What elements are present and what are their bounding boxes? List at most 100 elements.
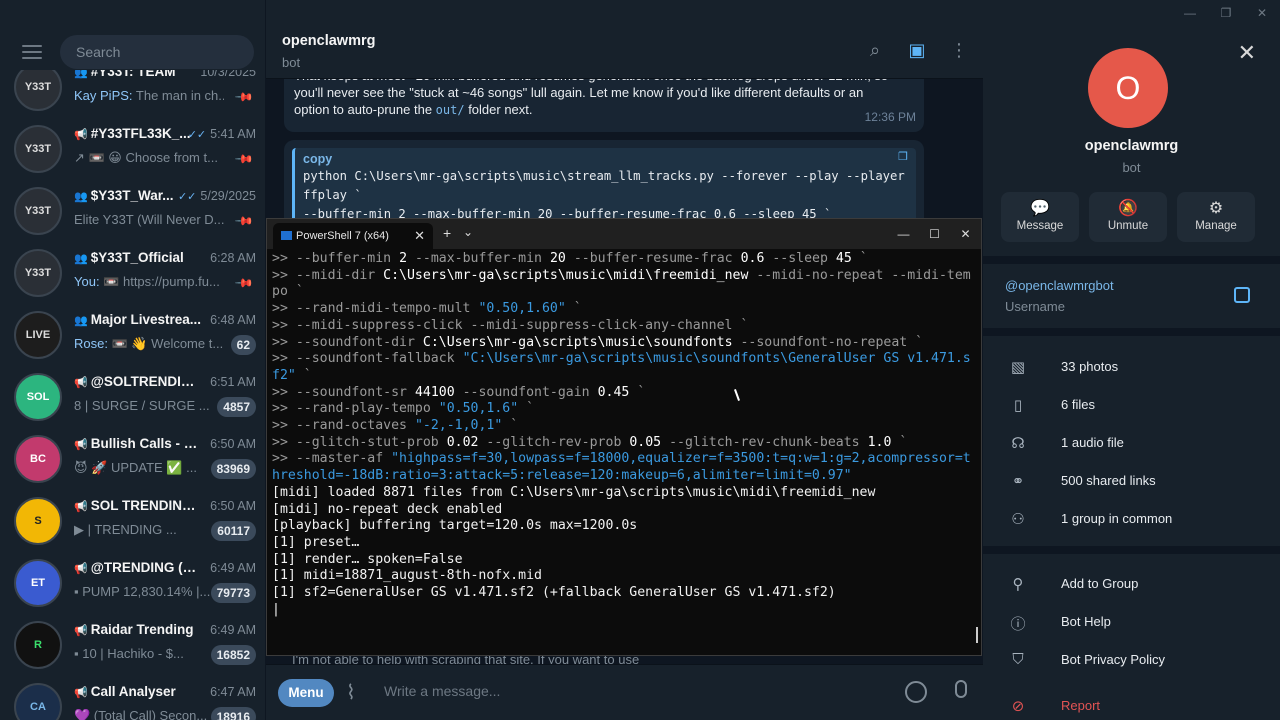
media-groups[interactable]: ⚇ 1 group in common [983,500,1280,538]
tab-dropdown-icon[interactable]: ⌄ [463,225,473,239]
new-tab-button[interactable]: + [443,225,451,241]
sidebar-toggle-icon[interactable]: ▣ [907,40,927,61]
chat-list-item[interactable]: Y33T 👥 $Y33T_War... ✓✓ 5/29/2025 Elite Y33T (… [0,180,265,242]
tab-close-icon[interactable]: ✕ [414,228,425,244]
chat-list-item[interactable]: CA 📢 Call Analyser 6:47 AM 💜 (Total Call) Se… [0,676,265,720]
chat-name: 📢 @SOLTRENDING... [74,374,202,389]
media-label: 33 photos [1061,359,1119,374]
avatar: O [1088,48,1168,128]
divider [983,256,1280,264]
unread-badge: 60117 [211,521,256,541]
divider [983,328,1280,336]
chat-list-item[interactable]: ET 📢 @TRENDING (ET... 6:49 AM ▪ PUMP 12,830.… [0,552,265,614]
message-input[interactable]: Write a message... [384,683,500,699]
chat-name: 👥 $Y33T_Official [74,250,184,265]
headphones-icon: ☊ [1011,435,1025,452]
username-link[interactable]: @openclawmrgbot [1005,278,1114,293]
minimize-button[interactable]: — [1172,0,1208,26]
header-icons: ⌕ ▣ ⋮ [865,40,969,61]
sidebar-top-bar: Search [0,34,265,70]
media-photos[interactable]: ▧ 33 photos [983,348,1280,386]
close-window-button[interactable]: ✕ [1244,0,1280,26]
chat-preview: 8 | SURGE / SURGE ... [74,398,210,413]
unread-badge: 83969 [210,459,256,479]
add-to-group-button[interactable]: ⚲ Add to Group [983,565,1280,603]
emoji-icon[interactable] [905,681,927,703]
chat-title[interactable]: openclawmrg [282,33,375,49]
bot-help-button[interactable]: ⓘ Bot Help [983,603,1280,641]
pin-icon: 📌 [234,210,255,232]
chat-list: Y33T 👥 #Y33T: TEAM 10/3/2025 Kay PiPS: The m… [0,63,265,720]
media-links[interactable]: ⚭ 500 shared links [983,462,1280,500]
qr-code-icon[interactable] [1234,287,1250,303]
chat-header: openclawmrg bot ⌕ ▣ ⋮ [266,0,983,79]
avatar: Y33T [14,187,62,235]
message-time: 12:36 PM [864,110,916,124]
chat-list-item[interactable]: LIVE 👥 Major Livestrea... 6:48 AM Rose: 📼 👋 … [0,304,265,366]
terminal-scrollbar[interactable] [976,627,978,643]
avatar: CA [14,683,62,720]
chat-time: 6:49 AM [210,561,256,575]
microphone-icon[interactable] [955,680,967,698]
double-check-icon: ✓✓ [177,191,197,203]
avatar: Y33T [14,125,62,173]
message-text: folder next. [464,102,533,117]
avatar: BC [14,435,62,483]
chat-list-item[interactable]: Y33T 📢 #Y33TFL33K_... ✓✓ 5:41 AM ↗ 📼 😀 Choose… [0,118,265,180]
code-copy-label[interactable]: copy [303,152,908,166]
powershell-icon [281,231,292,240]
terminal-maximize-button[interactable]: ☐ [919,219,950,249]
maximize-button[interactable]: ❐ [1208,0,1244,26]
report-button[interactable]: ⊘ Report [983,687,1280,720]
chat-list-item[interactable]: R 📢 Raidar Trending 6:49 AM ▪ 10 | Hachiko -… [0,614,265,676]
code-block[interactable]: copy python C:\Users\mr-ga\scripts\music… [292,148,916,228]
paperclip-icon[interactable]: ⌇ [346,680,356,705]
chat-list-item[interactable]: BC 📢Bullish Calls - Sol... 6:50 AM 😈 🚀 UPDA… [0,428,265,490]
terminal-output[interactable]: >> --buffer-min 2 --max-buffer-min 20 --… [272,251,973,653]
profile-subtitle: bot [1122,160,1141,175]
unread-badge: 4857 [217,397,256,417]
message-line: option to auto-prune the out/ folder nex… [294,101,914,119]
avatar: Y33T [14,63,62,111]
chat-name: 📢 Raidar Trending [74,622,194,637]
media-label: 500 shared links [1061,473,1156,488]
more-vertical-icon[interactable]: ⋮ [949,40,969,61]
chat-time: 6:47 AM [210,685,256,699]
unmute-button[interactable]: 🔕 Unmute [1089,192,1167,242]
code-line: ffplay ` [303,188,362,202]
chat-list-item[interactable]: Y33T 👥 $Y33T_Official 6:28 AM You: 📼 https:/… [0,242,265,304]
chat-preview: Rose: 📼 👋 Welcome t... [74,336,224,351]
message-text: option to auto-prune the [294,102,436,117]
search-input[interactable]: Search [60,35,254,69]
profile-name: openclawmrg [1084,138,1179,154]
add-user-icon: ⚲ [1012,576,1024,593]
manage-button[interactable]: ⚙ Manage [1177,192,1255,242]
hamburger-menu-icon[interactable] [22,45,42,59]
chat-subtitle: bot [282,55,301,70]
terminal-close-button[interactable]: ✕ [950,219,981,249]
bot-menu-button[interactable]: Menu [278,679,334,707]
chat-type-icon: 📢 [74,377,88,389]
close-icon[interactable]: ✕ [1238,40,1256,66]
search-icon[interactable]: ⌕ [865,40,885,61]
sliders-icon: ⚙ [1208,200,1224,217]
avatar: ET [14,559,62,607]
chat-preview: ↗ 📼 😀 Choose from t... [74,150,218,165]
media-label: 1 group in common [1061,511,1173,526]
terminal-minimize-button[interactable]: — [888,219,919,249]
unread-badge: 62 [230,335,256,355]
unmute-button-label: Unmute [1107,220,1149,232]
chat-list-item[interactable]: S 📢 SOL TRENDING ... 6:50 AM ▶ | TRENDING ..… [0,490,265,552]
media-audio[interactable]: ☊ 1 audio file [983,424,1280,462]
copy-icon[interactable]: ❐ [898,150,908,163]
message-button[interactable]: 💬 Message [1001,192,1079,242]
chat-list-item[interactable]: SOL 📢 @SOLTRENDING... 6:51 AM 8 | SURGE / SU… [0,366,265,428]
divider [983,546,1280,554]
shield-icon: ⛉ [1012,651,1024,668]
avatar: R [14,621,62,669]
pin-icon: 📌 [234,272,255,294]
chat-type-icon: 📢 [74,563,88,575]
terminal-tab[interactable]: PowerShell 7 (x64) ✕ [273,223,433,249]
bot-privacy-policy-button[interactable]: ⛉ Bot Privacy Policy [983,641,1280,679]
media-files[interactable]: ▯ 6 files [983,386,1280,424]
